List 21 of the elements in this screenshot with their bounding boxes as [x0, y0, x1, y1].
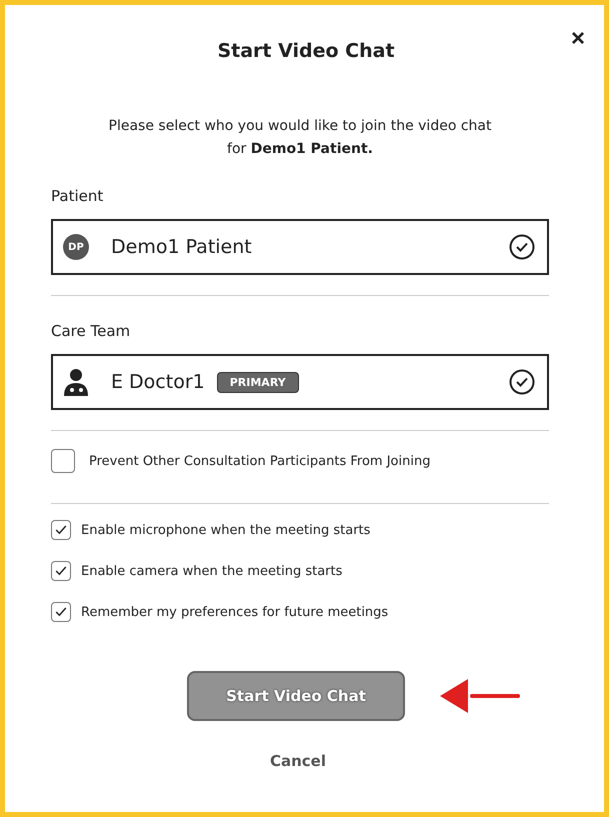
patient-name: Demo1 Patient: [111, 236, 253, 258]
checkbox[interactable]: [51, 602, 71, 622]
care-team-option[interactable]: E Doctor1 PRIMARY: [51, 354, 549, 410]
close-button[interactable]: ×: [570, 25, 585, 53]
doctor-icon: [63, 368, 89, 396]
checkbox-label: Prevent Other Consultation Participants From Joining: [89, 454, 430, 468]
checkbox[interactable]: [51, 449, 75, 473]
doctor-name: E Doctor1: [111, 371, 205, 393]
primary-badge: PRIMARY: [216, 372, 299, 392]
checkbox[interactable]: [51, 520, 71, 540]
dialog-title: Start Video Chat: [217, 40, 395, 62]
checkbox[interactable]: [51, 561, 71, 581]
checkbox-label: Enable microphone when the meeting starts: [81, 522, 370, 538]
initials-avatar: DP: [63, 234, 89, 260]
section-label: Patient: [51, 187, 104, 205]
section-label: Care Team: [51, 322, 132, 340]
patient-option[interactable]: DP Demo1 Patient: [51, 219, 549, 275]
cancel-button[interactable]: Cancel: [264, 751, 332, 771]
checkbox-label: Enable camera when the meeting starts: [81, 564, 342, 578]
instruction-text: Please select who you would like to join the video chat for Demo1 Patient.: [108, 117, 492, 159]
checkbox-label: Remember my preferences for future meetings: [81, 604, 388, 620]
